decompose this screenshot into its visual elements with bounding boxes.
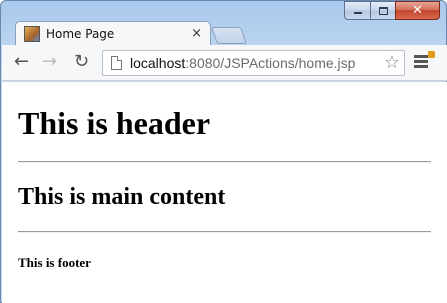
- window-controls: ✕: [344, 1, 440, 21]
- main-content-heading: This is main content: [18, 184, 226, 210]
- new-tab-button[interactable]: [210, 27, 248, 44]
- back-arrow-icon[interactable]: ←: [14, 52, 29, 72]
- menu-icon[interactable]: [414, 55, 428, 70]
- address-bar[interactable]: localhost:8080/JSPActions/home.jsp ☆: [102, 50, 405, 76]
- bookmark-star-icon[interactable]: ☆: [384, 52, 400, 73]
- minimize-icon: [353, 12, 362, 14]
- reload-icon[interactable]: ↻: [74, 52, 89, 72]
- page-header: This is header: [18, 105, 211, 141]
- divider: [18, 231, 431, 233]
- update-badge-icon: [428, 51, 435, 58]
- tab-home-page[interactable]: Home Page ×: [15, 21, 211, 45]
- browser-window: ✕ Home Page × ← → ↻ localhost:8080/JSPAc…: [0, 0, 447, 303]
- url-text: localhost:8080/JSPActions/home.jsp: [130, 55, 355, 71]
- tab-close-icon[interactable]: ×: [191, 26, 202, 41]
- divider: [18, 161, 431, 163]
- url-host: localhost: [130, 55, 186, 71]
- page-content: This is header This is main content This…: [2, 82, 447, 303]
- close-icon: ✕: [412, 3, 423, 18]
- page-footer: This is footer: [18, 255, 91, 270]
- browser-toolbar: ← → ↻ localhost:8080/JSPActions/home.jsp…: [2, 45, 447, 81]
- url-path: :8080/JSPActions/home.jsp: [185, 55, 356, 71]
- forward-arrow-icon[interactable]: →: [42, 52, 57, 72]
- minimize-button[interactable]: [344, 1, 370, 20]
- close-window-button[interactable]: ✕: [395, 1, 440, 20]
- page-icon: [111, 56, 122, 70]
- maximize-icon: [378, 6, 388, 15]
- favicon-icon: [24, 25, 40, 42]
- tab-title: Home Page: [46, 26, 115, 41]
- maximize-button[interactable]: [370, 1, 395, 20]
